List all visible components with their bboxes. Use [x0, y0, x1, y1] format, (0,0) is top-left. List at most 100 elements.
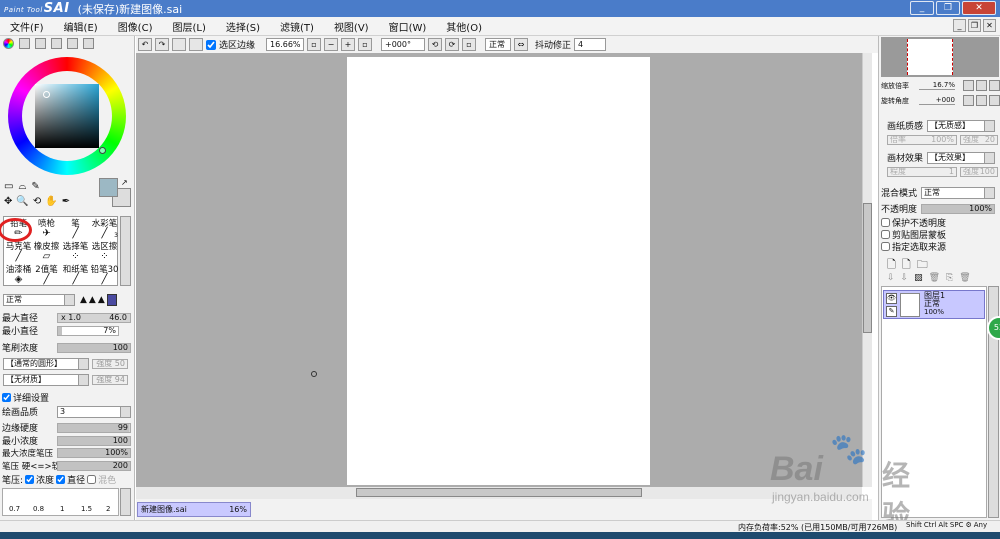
primary-color-swatch[interactable] — [99, 178, 118, 197]
menu-edit[interactable]: 编辑(E) — [54, 19, 108, 34]
rect-select-icon[interactable]: ▭ — [4, 181, 13, 192]
rotation-field[interactable]: +000° — [381, 38, 426, 51]
clear-layer-icon[interactable]: ▨ — [914, 273, 923, 283]
size-preset[interactable]: 2 — [106, 505, 110, 513]
max-pressure-slider[interactable]: 100% — [57, 448, 131, 458]
menu-file[interactable]: 文件(F) — [0, 19, 54, 34]
nav-zoom-in-button[interactable] — [976, 80, 987, 91]
color-wheel-tab[interactable] — [3, 38, 14, 49]
move-icon[interactable]: ✥ — [4, 196, 12, 207]
menu-layer[interactable]: 图层(L) — [162, 19, 215, 34]
brush-pencil30[interactable]: 铅笔30 ╱ — [90, 263, 119, 286]
nav-angle-value[interactable]: +000 — [919, 96, 955, 105]
canvas-horizontal-scrollbar[interactable] — [136, 487, 862, 499]
close-button[interactable]: ✕ — [962, 1, 996, 15]
brush-eraser[interactable]: 橡皮擦 ▱ — [32, 240, 61, 263]
brush-select-pen[interactable]: 选择笔 ⁘ — [61, 240, 90, 263]
brush-binary-pen[interactable]: 2值笔 ╱ — [32, 263, 61, 286]
selection-source-checkbox[interactable] — [881, 242, 890, 251]
size-preset[interactable]: 0.8 — [33, 505, 44, 513]
quality-select[interactable]: 3 — [57, 405, 131, 418]
transfer-down-icon[interactable]: ⇩ — [887, 273, 895, 283]
zoom-fit-button[interactable]: ▫ — [307, 38, 322, 51]
zoom-reset-button[interactable]: ▫ — [358, 38, 373, 51]
paper-scale-slider[interactable]: 倍率 100% — [887, 135, 957, 145]
size-preset[interactable]: 1.5 — [81, 505, 92, 513]
menu-other[interactable]: 其他(O) — [436, 19, 492, 34]
redo-button[interactable]: ↷ — [155, 38, 169, 51]
swatch-tab[interactable] — [67, 38, 78, 49]
min-density-slider[interactable]: 100 — [57, 435, 131, 446]
doc-minimize-button[interactable]: _ — [953, 19, 966, 32]
swap-colors-icon[interactable]: ↗ — [121, 178, 128, 187]
rotate-reset-button[interactable]: ▫ — [462, 38, 477, 51]
undo-button[interactable]: ↶ — [138, 38, 152, 51]
stabilizer-select[interactable]: 4 — [574, 38, 607, 51]
brush-lock-icon[interactable]: ✎ — [886, 306, 897, 317]
copy-layer-icon[interactable]: ⎘ — [946, 273, 953, 283]
doc-restore-button[interactable]: ❐ — [968, 19, 981, 32]
pressure-blend-checkbox[interactable] — [87, 475, 97, 484]
flip-horizontal-button[interactable]: ⇔ — [514, 38, 529, 51]
nav-zoom-value[interactable]: 16.7% — [919, 81, 955, 90]
size-preset[interactable]: 1 — [60, 505, 64, 513]
shape-flat-icon[interactable]: ▲ — [80, 295, 87, 305]
menu-filter[interactable]: 滤镜(T) — [270, 19, 324, 34]
color-mixer-tab[interactable] — [51, 38, 62, 49]
brush-palette-scrollbar[interactable] — [120, 216, 131, 286]
pressure-density-checkbox[interactable] — [25, 475, 35, 484]
shape-round-icon[interactable]: ▲ — [89, 295, 96, 305]
pressure-size-checkbox[interactable] — [56, 475, 66, 484]
brush-mode-select[interactable]: 正常 — [3, 294, 75, 306]
brush-shape-select[interactable]: 【通常的圆形】 — [3, 358, 89, 370]
hsv-slider-tab[interactable] — [35, 38, 46, 49]
brush-texture-select[interactable]: 【无材质】 — [3, 374, 89, 386]
menu-window[interactable]: 窗口(W) — [379, 19, 437, 34]
nav-zoom-out-button[interactable] — [963, 80, 974, 91]
paper-strength-slider[interactable]: 强度 20 — [960, 135, 998, 145]
density-slider[interactable]: 100 — [57, 342, 131, 353]
size-preset[interactable]: 0.7 — [9, 505, 20, 513]
menu-view[interactable]: 视图(V) — [324, 19, 379, 34]
rotate-left-button[interactable]: ⟲ — [428, 38, 443, 51]
document-tab[interactable]: 新建图像.sai 16% — [137, 502, 251, 517]
merge-down-icon[interactable]: ⇩ — [901, 273, 909, 283]
shape-square-icon[interactable]: ■ — [106, 294, 118, 306]
eye-icon[interactable]: 👁 — [886, 293, 897, 304]
shape-soft-icon[interactable]: ▲ — [98, 295, 105, 305]
nav-zoom-reset-button[interactable] — [989, 80, 1000, 91]
opacity-slider[interactable]: 100% — [921, 203, 996, 214]
texture-strength-slider[interactable]: 强度 94 — [92, 375, 128, 385]
menu-image[interactable]: 图像(C) — [108, 19, 163, 34]
edge-hardness-slider[interactable]: 99 — [57, 422, 131, 433]
blend-mode-select[interactable]: 正常 — [485, 38, 512, 51]
rotate-right-button[interactable]: ⟳ — [445, 38, 460, 51]
min-size-slider[interactable]: 7% — [57, 325, 119, 336]
zoom-out-button[interactable]: − — [324, 38, 339, 51]
canvas-vertical-scrollbar[interactable] — [862, 53, 872, 487]
trash-icon[interactable]: 🗑 — [959, 273, 970, 283]
nav-rotate-left-button[interactable] — [963, 95, 974, 106]
nav-rotate-reset-button[interactable] — [989, 95, 1000, 106]
selection-edge-checkbox[interactable] — [206, 39, 216, 50]
nav-rotate-right-button[interactable] — [976, 95, 987, 106]
pressure-hardness-slider[interactable]: 200 — [57, 461, 131, 471]
invert-select-button[interactable] — [189, 38, 203, 51]
brush-washi[interactable]: 和纸笔 ╱ — [61, 263, 90, 286]
brush-airbrush[interactable]: 喷枪 ✈ — [32, 217, 61, 240]
scratchpad-tab[interactable] — [83, 38, 94, 49]
paper-texture-select[interactable]: 【无质感】 — [927, 119, 996, 132]
maximize-button[interactable]: ❐ — [936, 1, 960, 15]
zoom-field[interactable]: 16.66% — [266, 38, 305, 51]
color-wheel[interactable] — [8, 57, 126, 175]
zoom-in-button[interactable]: + — [341, 38, 356, 51]
brush-marker[interactable]: 马克笔 ╱ — [4, 240, 33, 263]
effect-select[interactable]: 【无效果】 — [927, 151, 996, 164]
lasso-icon[interactable]: ⌓ — [18, 181, 26, 192]
detail-settings-checkbox[interactable] — [2, 393, 11, 402]
brush-pen[interactable]: 笔 ╱ — [61, 217, 90, 240]
doc-close-button[interactable]: ✕ — [983, 19, 996, 32]
size-presets-scrollbar[interactable] — [120, 488, 131, 516]
layer-blend-select[interactable]: 正常 — [921, 186, 996, 199]
minimize-button[interactable]: _ — [910, 1, 934, 15]
